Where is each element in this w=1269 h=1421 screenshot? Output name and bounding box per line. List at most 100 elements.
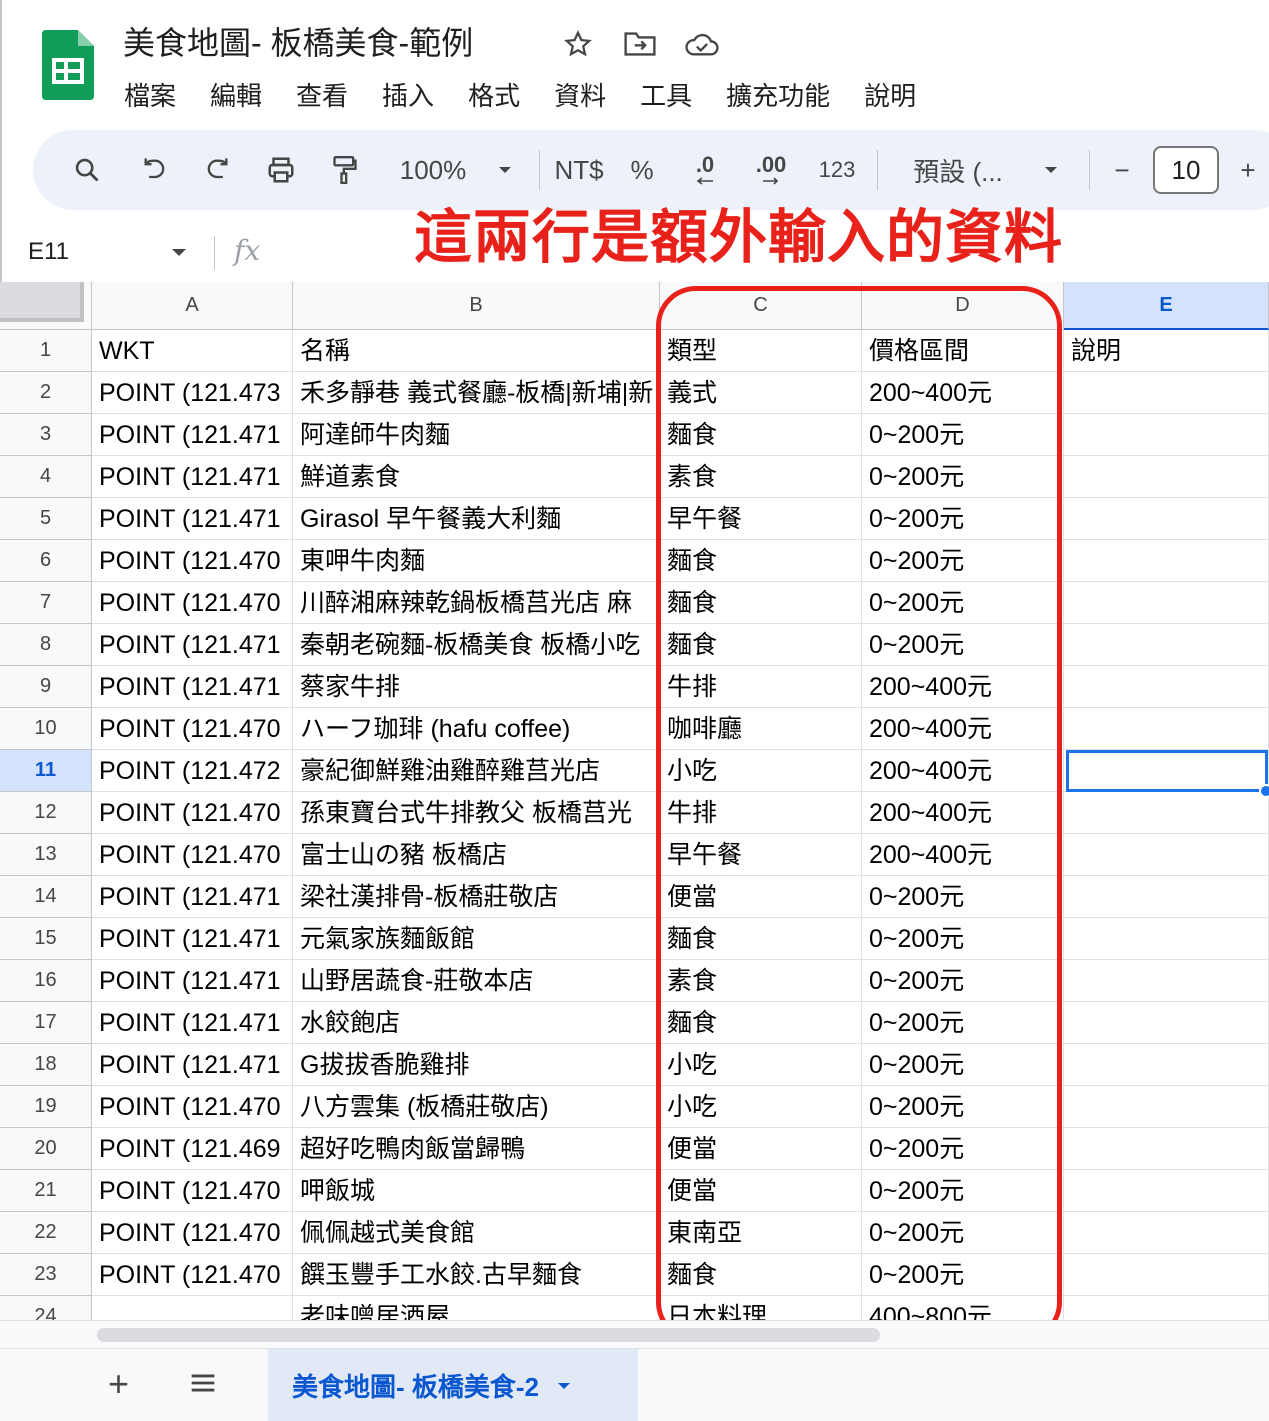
- cell-a5[interactable]: POINT (121.471: [92, 498, 293, 540]
- decrease-font-size-button[interactable]: −: [1107, 130, 1137, 210]
- paint-format-icon[interactable]: [325, 130, 365, 210]
- cell-b21[interactable]: 呷飯城: [293, 1170, 660, 1212]
- cell-d1[interactable]: 價格區間: [862, 330, 1064, 372]
- row-header[interactable]: 12: [0, 792, 92, 834]
- document-title[interactable]: 美食地圖- 板橋美食-範例: [123, 18, 473, 64]
- row-header[interactable]: 15: [0, 918, 92, 960]
- cell-d17[interactable]: 0~200元: [862, 1002, 1064, 1044]
- cell-c21[interactable]: 便當: [660, 1170, 862, 1212]
- cell-b2[interactable]: 禾多靜巷 義式餐廳-板橋|新埔|新: [293, 372, 660, 414]
- cell-d4[interactable]: 0~200元: [862, 456, 1064, 498]
- cell-b7[interactable]: 川醉湘麻辣乾鍋板橋莒光店 麻: [293, 582, 660, 624]
- cell-e21[interactable]: [1064, 1170, 1269, 1212]
- cell-b10[interactable]: ハーフ珈琲 (hafu coffee): [293, 708, 660, 750]
- cell-d21[interactable]: 0~200元: [862, 1170, 1064, 1212]
- font-size-input[interactable]: 10: [1153, 146, 1219, 194]
- cell-e7[interactable]: [1064, 582, 1269, 624]
- cell-c14[interactable]: 便當: [660, 876, 862, 918]
- fill-handle[interactable]: [1259, 784, 1269, 798]
- row-header[interactable]: 1: [0, 330, 92, 372]
- cell-d9[interactable]: 200~400元: [862, 666, 1064, 708]
- row-header[interactable]: 16: [0, 960, 92, 1002]
- row-header[interactable]: 4: [0, 456, 92, 498]
- cell-a9[interactable]: POINT (121.471: [92, 666, 293, 708]
- cell-a17[interactable]: POINT (121.471: [92, 1002, 293, 1044]
- cell-c2[interactable]: 義式: [660, 372, 862, 414]
- cell-d24[interactable]: 400~800元: [862, 1296, 1064, 1320]
- cell-a24[interactable]: [92, 1296, 293, 1320]
- add-sheet-button[interactable]: +: [108, 1363, 129, 1405]
- cell-e13[interactable]: [1064, 834, 1269, 876]
- cell-b20[interactable]: 超好吃鴨肉飯當歸鴨: [293, 1128, 660, 1170]
- cell-e16[interactable]: [1064, 960, 1269, 1002]
- cell-a18[interactable]: POINT (121.471: [92, 1044, 293, 1086]
- cell-a10[interactable]: POINT (121.470: [92, 708, 293, 750]
- cell-d7[interactable]: 0~200元: [862, 582, 1064, 624]
- cell-d11[interactable]: 200~400元: [862, 750, 1064, 792]
- cloud-status-icon[interactable]: [684, 26, 720, 62]
- cell-d15[interactable]: 0~200元: [862, 918, 1064, 960]
- cell-e2[interactable]: [1064, 372, 1269, 414]
- cell-b1[interactable]: 名稱: [293, 330, 660, 372]
- cell-e4[interactable]: [1064, 456, 1269, 498]
- cell-b16[interactable]: 山野居蔬食-莊敬本店: [293, 960, 660, 1002]
- cell-b4[interactable]: 鮮道素食: [293, 456, 660, 498]
- column-header-a[interactable]: A: [92, 282, 293, 330]
- column-header-d[interactable]: D: [862, 282, 1064, 330]
- cell-a7[interactable]: POINT (121.470: [92, 582, 293, 624]
- cell-d13[interactable]: 200~400元: [862, 834, 1064, 876]
- cell-b22[interactable]: 佩佩越式美食館: [293, 1212, 660, 1254]
- cell-e1[interactable]: 說明: [1064, 330, 1269, 372]
- menu-view[interactable]: 查看: [296, 76, 348, 113]
- row-header[interactable]: 18: [0, 1044, 92, 1086]
- cell-c7[interactable]: 麵食: [660, 582, 862, 624]
- cell-a21[interactable]: POINT (121.470: [92, 1170, 293, 1212]
- star-icon[interactable]: [560, 26, 596, 62]
- menu-help[interactable]: 說明: [864, 76, 916, 113]
- menu-tools[interactable]: 工具: [640, 76, 692, 113]
- cell-c17[interactable]: 麵食: [660, 1002, 862, 1044]
- cell-e23[interactable]: [1064, 1254, 1269, 1296]
- cell-c20[interactable]: 便當: [660, 1128, 862, 1170]
- row-header[interactable]: 24: [0, 1296, 92, 1320]
- cell-b24[interactable]: 老味噌居酒屋: [293, 1296, 660, 1320]
- cell-e14[interactable]: [1064, 876, 1269, 918]
- row-header[interactable]: 9: [0, 666, 92, 708]
- cell-e6[interactable]: [1064, 540, 1269, 582]
- cell-e8[interactable]: [1064, 624, 1269, 666]
- row-header[interactable]: 7: [0, 582, 92, 624]
- cell-d2[interactable]: 200~400元: [862, 372, 1064, 414]
- cell-c1[interactable]: 類型: [660, 330, 862, 372]
- column-header-c[interactable]: C: [660, 282, 862, 330]
- sheet-tab-chevron-icon[interactable]: [557, 1381, 571, 1391]
- sheet-tab-active[interactable]: 美食地圖- 板橋美食-2: [268, 1349, 638, 1421]
- row-header[interactable]: 8: [0, 624, 92, 666]
- cell-d8[interactable]: 0~200元: [862, 624, 1064, 666]
- cell-a11[interactable]: POINT (121.472: [92, 750, 293, 792]
- cell-c24[interactable]: 日本料理: [660, 1296, 862, 1320]
- cell-e10[interactable]: [1064, 708, 1269, 750]
- cell-b23[interactable]: 饌玉豐手工水餃.古早麵食: [293, 1254, 660, 1296]
- cell-a19[interactable]: POINT (121.470: [92, 1086, 293, 1128]
- menu-file[interactable]: 檔案: [124, 76, 176, 113]
- cell-b13[interactable]: 富士山の豬 板橋店: [293, 834, 660, 876]
- cell-c3[interactable]: 麵食: [660, 414, 862, 456]
- cell-d23[interactable]: 0~200元: [862, 1254, 1064, 1296]
- cell-c22[interactable]: 東南亞: [660, 1212, 862, 1254]
- cell-c9[interactable]: 牛排: [660, 666, 862, 708]
- cell-b11[interactable]: 豪紀御鮮雞油雞醉雞莒光店: [293, 750, 660, 792]
- cell-b14[interactable]: 梁社漢排骨-板橋莊敬店: [293, 876, 660, 918]
- name-box[interactable]: E11: [28, 238, 69, 266]
- increase-font-size-button[interactable]: +: [1233, 130, 1263, 210]
- cell-c4[interactable]: 素食: [660, 456, 862, 498]
- row-header[interactable]: 2: [0, 372, 92, 414]
- cell-d3[interactable]: 0~200元: [862, 414, 1064, 456]
- scrollbar-thumb[interactable]: [97, 1328, 880, 1342]
- cell-e17[interactable]: [1064, 1002, 1269, 1044]
- cell-a16[interactable]: POINT (121.471: [92, 960, 293, 1002]
- cell-e24[interactable]: [1064, 1296, 1269, 1320]
- cell-a2[interactable]: POINT (121.473: [92, 372, 293, 414]
- cell-a13[interactable]: POINT (121.470: [92, 834, 293, 876]
- cell-a14[interactable]: POINT (121.471: [92, 876, 293, 918]
- cell-d10[interactable]: 200~400元: [862, 708, 1064, 750]
